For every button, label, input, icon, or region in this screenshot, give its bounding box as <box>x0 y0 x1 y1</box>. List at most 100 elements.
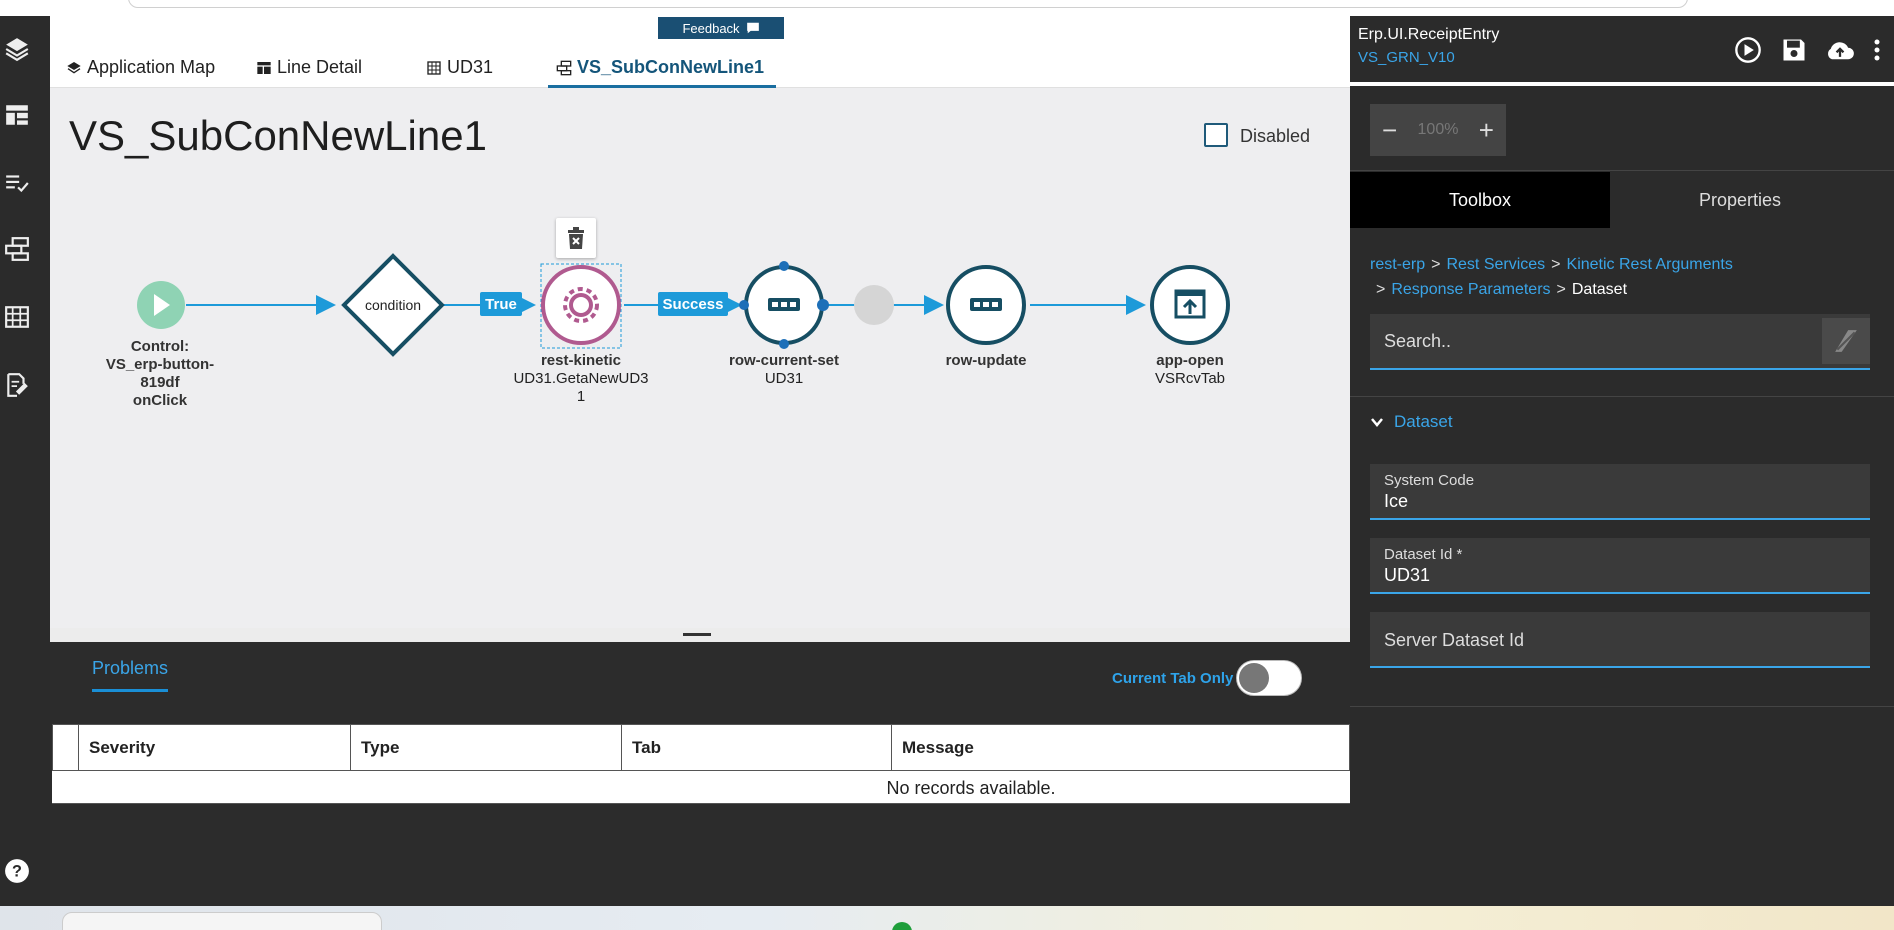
layout-icon[interactable] <box>2 100 32 130</box>
grid-empty-area <box>52 804 1350 906</box>
search-input[interactable] <box>1370 314 1820 368</box>
left-icon-rail: ? <box>0 16 50 910</box>
tab-label: VS_SubConNewLine1 <box>577 57 765 77</box>
column-header-select[interactable] <box>52 725 78 771</box>
app-name: Erp.UI.ReceiptEntry <box>1358 26 1500 43</box>
current-tab-only-label: Current Tab Only <box>1112 670 1234 687</box>
toolbox-search <box>1370 314 1870 370</box>
designer-tabs: Feedback Application Map Line Detail UD3… <box>50 16 1350 88</box>
tab-line-detail[interactable]: Line Detail <box>256 52 362 88</box>
field-placeholder[interactable]: Server Dataset Id <box>1384 630 1856 651</box>
toolbox-properties-tabs: Toolbox Properties <box>1350 172 1894 228</box>
tab-vs-subconnewline1[interactable]: VS_SubConNewLine1 <box>548 52 776 88</box>
help-icon[interactable]: ? <box>2 856 32 886</box>
node-name: Control: <box>130 338 190 355</box>
header-divider <box>1350 82 1894 86</box>
header-actions <box>1732 34 1884 66</box>
row-current-set-node[interactable] <box>739 261 894 349</box>
field-value[interactable]: UD31 <box>1384 565 1856 586</box>
no-records-text: No records available. <box>52 771 1350 804</box>
node-detail: onClick <box>132 392 188 409</box>
breadcrumb-response-parameters[interactable]: Response Parameters <box>1391 281 1550 298</box>
breadcrumb-separator: > <box>1376 281 1386 298</box>
column-header-message[interactable]: Message <box>891 725 1351 771</box>
tab-toolbox[interactable]: Toolbox <box>1350 172 1610 228</box>
layer-version[interactable]: VS_GRN_V10 <box>1358 49 1455 66</box>
field-label: System Code <box>1384 472 1475 489</box>
app-header: Erp.UI.ReceiptEntry VS_GRN_V10 <box>1350 16 1894 82</box>
breadcrumb-rest-erp[interactable]: rest-erp <box>1370 256 1425 273</box>
breadcrumb-rest-services[interactable]: Rest Services <box>1446 256 1545 273</box>
table-grid-icon[interactable] <box>2 302 32 332</box>
section-title: Dataset <box>1394 412 1453 431</box>
browser-address-strip <box>0 0 1894 16</box>
feedback-button[interactable]: Feedback <box>658 17 784 39</box>
trigger-node[interactable] <box>137 281 185 329</box>
row-update-label: row-update <box>916 352 1056 370</box>
column-header-tab[interactable]: Tab <box>621 725 891 771</box>
divider <box>1350 706 1894 707</box>
zoom-control: − 100% + <box>1370 104 1506 156</box>
tab-properties[interactable]: Properties <box>1610 172 1870 228</box>
splitter-grip[interactable] <box>683 633 711 636</box>
workflow-icon <box>556 60 572 76</box>
node-detail: UD31.GetaNewUD3 <box>513 370 649 387</box>
node-detail: 1 <box>576 388 586 405</box>
divider <box>1350 396 1894 397</box>
tab-problems[interactable]: Problems <box>92 658 169 692</box>
tab-ud31[interactable]: UD31 <box>426 52 493 88</box>
node-detail: VS_erp-button- <box>105 356 215 373</box>
grid-header: Severity Type Tab Message <box>52 724 1350 771</box>
zoom-level: 100% <box>1417 121 1459 138</box>
flow-canvas[interactable]: VS_SubConNewLine1 Disabled condition Tru… <box>50 88 1350 628</box>
zoom-in-button[interactable]: + <box>1479 115 1494 146</box>
rest-kinetic-node[interactable] <box>540 263 622 349</box>
panel-splitter[interactable] <box>50 628 1350 642</box>
search-clear-button[interactable] <box>1822 318 1870 364</box>
node-name: app-open <box>1156 352 1224 369</box>
zoom-out-button[interactable]: − <box>1382 115 1397 146</box>
tab-label: Line Detail <box>277 57 363 77</box>
node-detail: VSRcvTab <box>1154 370 1226 387</box>
browser-tab[interactable] <box>62 912 382 930</box>
breadcrumb-kinetic-rest-arguments[interactable]: Kinetic Rest Arguments <box>1567 256 1733 273</box>
server-dataset-id-field[interactable]: Server Dataset Id <box>1370 612 1870 668</box>
row-update-node[interactable] <box>946 265 1026 345</box>
eraser-icon <box>1835 330 1857 352</box>
column-header-type[interactable]: Type <box>350 725 621 771</box>
current-tab-only-toggle[interactable] <box>1236 660 1302 696</box>
breadcrumb-separator: > <box>1556 281 1566 298</box>
delete-node-button[interactable] <box>556 218 596 258</box>
problems-grid: Severity Type Tab Message No records ava… <box>52 724 1350 906</box>
more-vertical-icon[interactable] <box>1870 34 1884 66</box>
grid-icon <box>427 61 441 75</box>
tab-application-map[interactable]: Application Map <box>66 52 215 88</box>
right-panel: Erp.UI.ReceiptEntry VS_GRN_V10 − 100% + … <box>1350 16 1894 910</box>
breadcrumb: rest-erp > Rest Services > Kinetic Rest Argu… <box>1370 252 1870 302</box>
checklist-icon[interactable] <box>2 168 32 198</box>
node-name: row-update <box>945 352 1027 369</box>
workflow-icon[interactable] <box>2 234 32 264</box>
trash-icon <box>568 227 584 249</box>
feedback-label: Feedback <box>682 20 740 36</box>
breadcrumb-current: Dataset <box>1571 281 1628 298</box>
field-label: Dataset Id * <box>1384 546 1463 563</box>
dataset-id-field[interactable]: Dataset Id * UD31 <box>1370 538 1870 594</box>
preview-icon[interactable] <box>1732 34 1764 66</box>
document-edit-icon[interactable] <box>2 370 32 400</box>
app-open-node[interactable] <box>1150 265 1230 345</box>
chevron-down-icon <box>1371 418 1383 427</box>
column-header-severity[interactable]: Severity <box>78 725 350 771</box>
breadcrumb-separator: > <box>1551 256 1561 273</box>
dataset-section-header[interactable]: Dataset <box>1370 412 1453 432</box>
save-icon[interactable] <box>1778 34 1810 66</box>
field-value[interactable]: Ice <box>1384 491 1856 512</box>
layers-icon[interactable] <box>2 34 32 64</box>
browser-url-bar[interactable] <box>128 0 1688 8</box>
table-icon <box>257 62 271 74</box>
app-open-label: app-open VSRcvTab <box>1120 352 1260 388</box>
system-code-field[interactable]: System Code Ice <box>1370 464 1870 520</box>
tab-label: UD31 <box>447 57 494 77</box>
publish-cloud-icon[interactable] <box>1824 34 1856 66</box>
condition-text: condition <box>365 297 421 313</box>
